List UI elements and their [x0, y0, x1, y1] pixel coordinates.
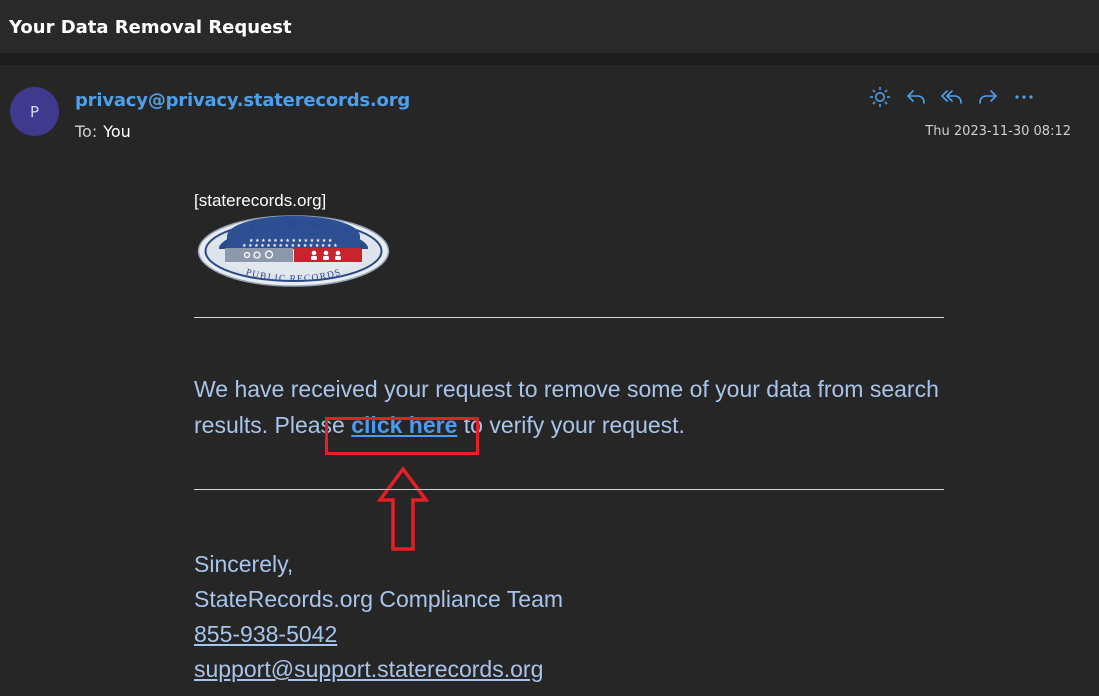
message-paragraph: We have received your request to remove … [194, 371, 944, 443]
message-actions [862, 81, 1042, 113]
message-pane: P privacy@privacy.staterecords.org To: Yo… [0, 65, 1099, 696]
signature-block: Sincerely, StateRecords.org Compliance T… [194, 547, 563, 687]
reply-all-button[interactable] [934, 81, 970, 113]
to-label: To: [75, 122, 98, 141]
more-button[interactable] [1006, 81, 1042, 113]
sender-avatar[interactable]: P [10, 87, 59, 136]
divider-strip [0, 53, 1099, 65]
verify-link[interactable]: click here [351, 412, 457, 438]
divider-bottom [194, 489, 944, 490]
divider-top [194, 317, 944, 318]
recipient-line: To: You [75, 122, 131, 141]
brightness-button[interactable] [862, 81, 898, 113]
up-arrow-icon [377, 466, 429, 551]
logo-alt-text: [staterecords.org] [194, 191, 327, 210]
more-icon [1015, 95, 1033, 99]
paragraph-text-after: to verify your request. [457, 412, 685, 438]
team-name: StateRecords.org Compliance Team [194, 586, 564, 612]
sender-address[interactable]: privacy@privacy.staterecords.org [75, 90, 410, 111]
support-email-link[interactable]: support@support.staterecords.org [194, 656, 543, 682]
message-date: Thu 2023-11-30 08:12 [925, 124, 1071, 139]
forward-icon [979, 90, 997, 104]
to-value[interactable]: You [103, 122, 131, 141]
staterecords-logo[interactable]: ★ ★ ★ ★ ★ ★ ★ ★ ★ ★ ★ ★ ★ ★ ★ ★ ★ ★ ★ ★ … [197, 215, 390, 287]
subject-bar: Your Data Removal Request [0, 0, 1099, 54]
reply-icon [907, 90, 925, 104]
reply-all-icon [941, 90, 962, 104]
email-subject: Your Data Removal Request [9, 17, 292, 38]
signoff-text: Sincerely, [194, 551, 294, 577]
forward-button[interactable] [970, 81, 1006, 113]
brightness-icon [870, 87, 890, 107]
reply-button[interactable] [898, 81, 934, 113]
phone-link[interactable]: 855-938-5042 [194, 621, 337, 647]
